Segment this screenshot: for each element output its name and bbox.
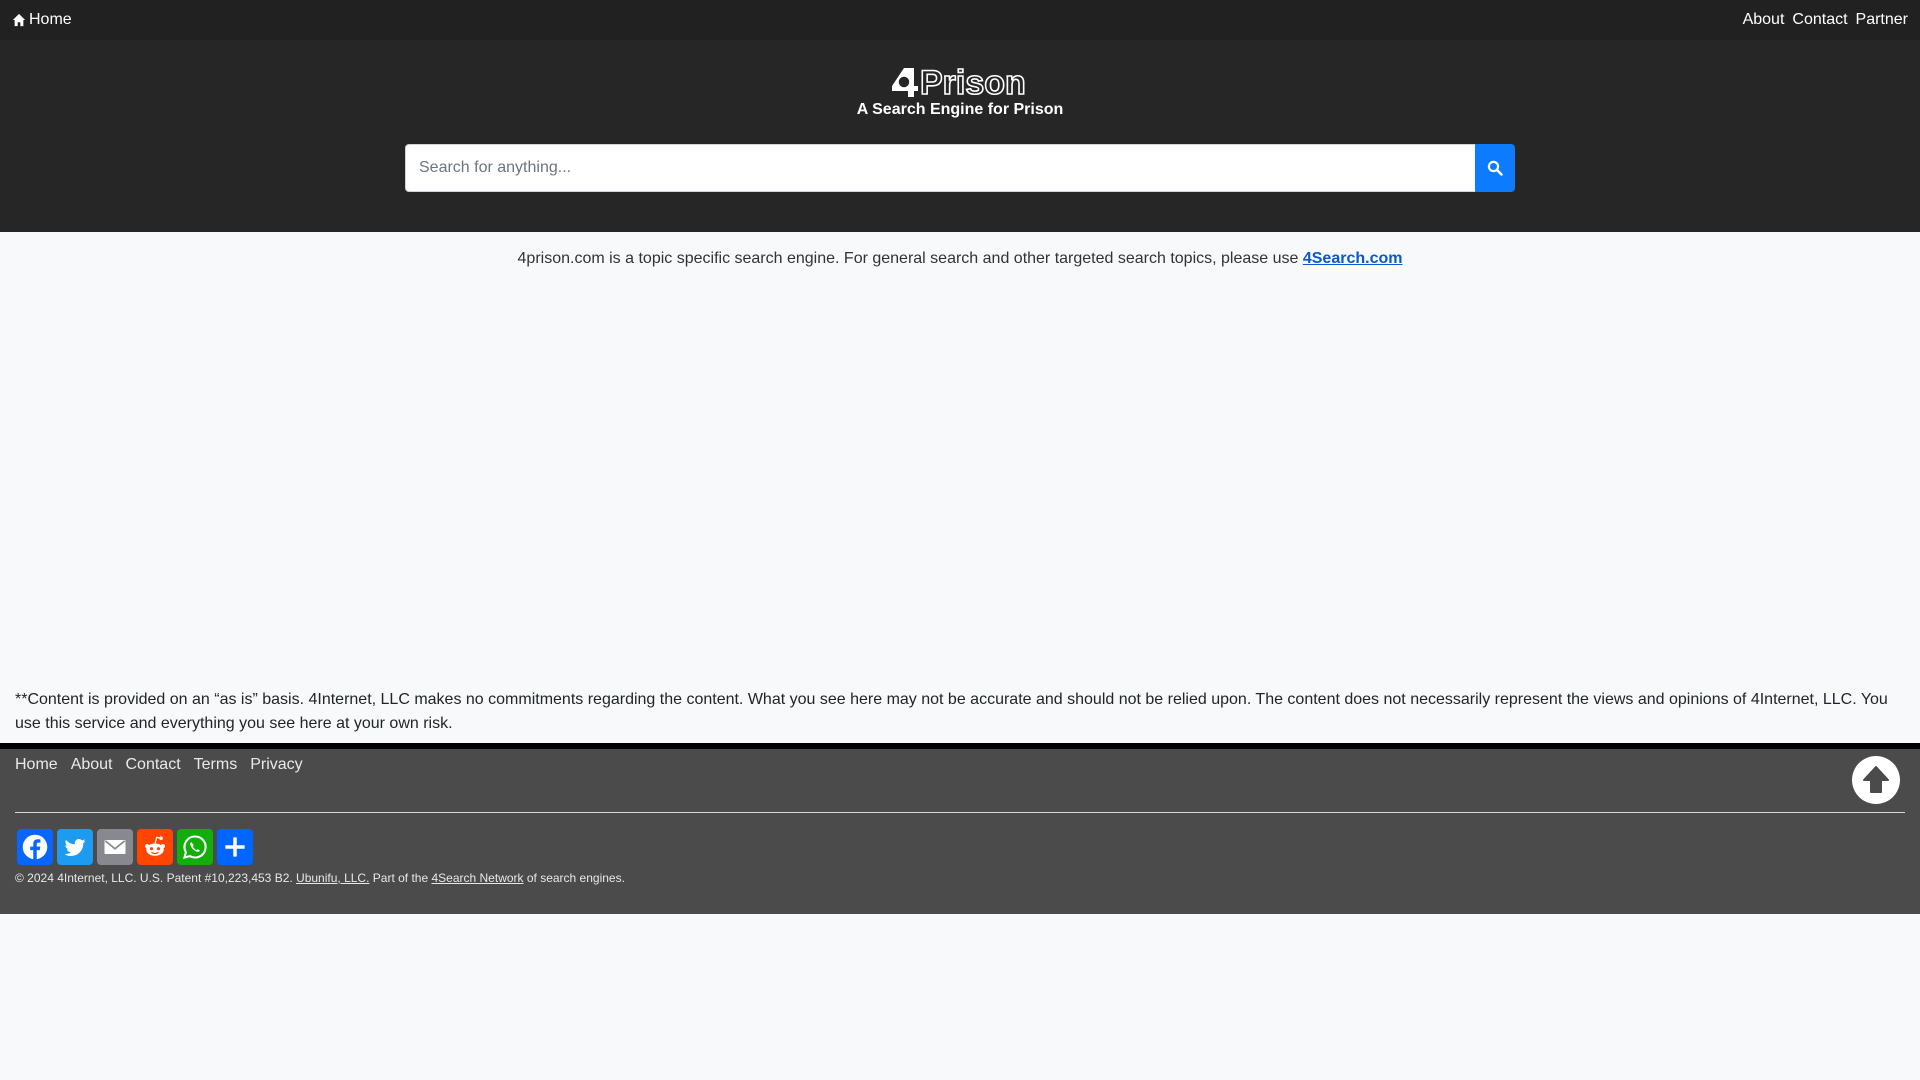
footer-contact-link[interactable]: Contact (126, 756, 181, 774)
search-form (405, 144, 1515, 192)
share-email-button[interactable] (97, 829, 133, 865)
nav-right-links: About Contact Partner (1743, 0, 1908, 40)
nav-home-label: Home (29, 11, 72, 28)
topic-notice: 4prison.com is a topic specific search e… (0, 250, 1920, 268)
share-twitter-button[interactable] (57, 829, 93, 865)
copyright-mid: Part of the (369, 871, 432, 885)
top-navbar: Home About Contact Partner (0, 0, 1920, 40)
search-button[interactable] (1475, 144, 1515, 192)
copyright-text: © 2024 4Internet, LLC. U.S. Patent #10,2… (15, 871, 625, 885)
4search-network-link[interactable]: 4Search Network (431, 871, 523, 885)
footer-terms-link[interactable]: Terms (194, 756, 238, 774)
email-icon (104, 840, 126, 854)
site-tagline: A Search Engine for Prison (856, 101, 1064, 118)
nav-contact-link[interactable]: Contact (1792, 11, 1847, 29)
4search-link[interactable]: 4Search.com (1303, 250, 1403, 267)
site-footer: Home About Contact Terms Privacy © 2024 … (0, 743, 1920, 914)
arrow-up-icon (1863, 766, 1889, 793)
nav-home-link[interactable]: Home (12, 0, 72, 40)
twitter-icon (64, 839, 86, 857)
content-disclaimer: **Content is provided on an “as is” basi… (15, 691, 1888, 732)
copyright-prefix: © 2024 4Internet, LLC. U.S. Patent #10,2… (15, 871, 297, 885)
logo-graphic: Prison (892, 63, 1027, 100)
ubunifu-link[interactable]: Ubunifu, LLC. (296, 871, 369, 885)
facebook-icon (22, 834, 48, 861)
notice-text: 4prison.com is a topic specific search e… (517, 250, 1303, 267)
site-logo[interactable]: Prison (0, 62, 1920, 100)
share-whatsapp-button[interactable] (177, 829, 213, 865)
search-input[interactable] (405, 144, 1475, 192)
logo-head-icon (897, 75, 911, 89)
plus-icon (225, 837, 245, 857)
share-buttons (17, 829, 253, 865)
share-more-button[interactable] (217, 829, 253, 865)
hero-header: Prison A Search Engine for Prison (0, 40, 1920, 232)
reddit-icon (145, 836, 165, 856)
share-facebook-button[interactable] (17, 829, 53, 865)
share-reddit-button[interactable] (137, 829, 173, 865)
footer-privacy-link[interactable]: Privacy (250, 756, 302, 774)
footer-divider (15, 812, 1905, 813)
nav-partner-link[interactable]: Partner (1856, 11, 1908, 29)
whatsapp-icon (183, 835, 207, 859)
footer-home-link[interactable]: Home (15, 756, 58, 774)
copyright-suffix: of search engines. (523, 871, 625, 885)
footer-about-link[interactable]: About (71, 756, 113, 774)
nav-about-link[interactable]: About (1743, 11, 1785, 29)
back-to-top-button[interactable] (1852, 756, 1900, 804)
logo-text: Prison (920, 64, 1026, 100)
home-icon (12, 13, 26, 27)
footer-links: Home About Contact Terms Privacy (15, 756, 303, 774)
search-icon (1487, 160, 1503, 176)
